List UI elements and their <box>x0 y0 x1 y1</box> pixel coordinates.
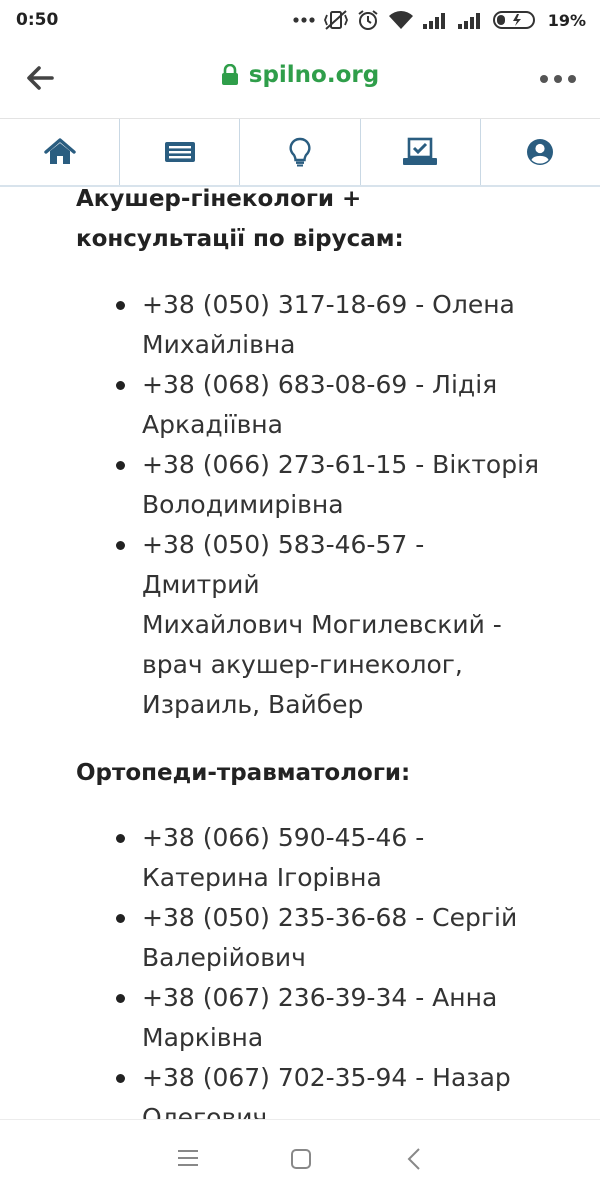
bullet-dot <box>116 301 125 310</box>
nav-profile[interactable] <box>481 119 600 185</box>
contact-line[interactable]: +38 (067) 702-35-94 - Назар <box>142 1058 511 1098</box>
site-nav <box>0 119 600 187</box>
lock-icon <box>221 64 238 85</box>
browser-address-bar: spilno.org <box>0 40 600 119</box>
contact-line[interactable]: +38 (050) 583-46-57 - <box>142 525 424 565</box>
home-button[interactable] <box>289 1147 313 1175</box>
bullet-dot <box>116 381 125 390</box>
back-chevron-icon <box>407 1148 420 1170</box>
contact-line[interactable]: +38 (067) 236-39-34 - Анна <box>142 978 497 1018</box>
bullet-dot <box>116 914 125 923</box>
status-icons: 19% <box>293 9 586 31</box>
contact-line: Марківна <box>142 1023 264 1052</box>
more-dots-icon <box>540 75 576 83</box>
signal-icon-2 <box>457 11 484 29</box>
section-heading-gynecologists: Акушер-гінекологи + консультації по віру… <box>76 187 404 259</box>
contact-line: врач акушер-гинеколог, <box>142 650 463 679</box>
contact-line: Дмитрий <box>142 570 260 599</box>
bullet-dot <box>116 461 125 470</box>
contact-line[interactable]: +38 (066) 590-45-46 - <box>142 818 424 858</box>
alarm-icon <box>357 9 379 31</box>
contact-line: Михайлівна <box>142 330 296 359</box>
wifi-icon <box>388 10 414 30</box>
bullet-dot <box>116 1074 125 1083</box>
contact-line: Володимирівна <box>142 490 344 519</box>
back-nav-button[interactable] <box>404 1147 424 1175</box>
ballot-icon <box>403 137 438 165</box>
home-icon <box>43 138 76 164</box>
url-text: spilno.org <box>248 62 380 88</box>
nav-home[interactable] <box>0 119 121 185</box>
section-heading-orthopedists: Ортопеди-травматологи: <box>76 753 410 793</box>
battery-percent: 19% <box>547 10 586 30</box>
heading-line: Акушер-гінекологи + <box>76 187 362 212</box>
user-icon <box>527 139 554 165</box>
menu-button[interactable] <box>176 1147 200 1173</box>
heading-line: консультації по вірусам: <box>76 226 404 252</box>
vibrate-icon <box>323 9 348 31</box>
heading-line: Ортопеди-травматологи: <box>76 760 411 786</box>
url-field[interactable]: spilno.org <box>221 62 379 88</box>
bullet-dot <box>116 834 125 843</box>
hamburger-menu-icon <box>178 1150 198 1166</box>
bullet-dot <box>116 994 125 1003</box>
contact-line[interactable]: +38 (050) 235-36-68 - Сергій <box>142 898 517 938</box>
square-home-icon <box>291 1149 311 1169</box>
contact-line: Валерійович <box>142 943 306 972</box>
nav-vote[interactable] <box>361 119 481 185</box>
battery-icon <box>492 10 539 30</box>
contact-line: Катерина Ігорівна <box>142 863 382 892</box>
bullet-dot <box>116 541 125 550</box>
nav-ideas[interactable] <box>240 119 361 185</box>
newspaper-icon <box>164 142 195 162</box>
signal-icon <box>422 11 449 29</box>
contact-line: Израиль, Вайбер <box>142 690 364 719</box>
contact-line[interactable]: +38 (068) 683-08-69 - Лідія <box>142 365 497 405</box>
more-notifications-icon <box>293 16 315 24</box>
nav-news[interactable] <box>120 119 241 185</box>
contact-line[interactable]: +38 (066) 273-61-15 - Вікторія <box>142 445 539 485</box>
status-bar: 0:50 19% <box>0 0 600 40</box>
article-content: Акушер-гінекологи + консультації по віру… <box>0 187 600 1119</box>
lightbulb-icon <box>289 137 311 167</box>
browser-menu-button[interactable] <box>538 64 578 94</box>
contact-line[interactable]: +38 (050) 317-18-69 - Олена <box>142 285 515 325</box>
contact-line: Михайлович Могилевский - <box>142 610 502 639</box>
status-time: 0:50 <box>16 10 59 30</box>
contact-line: Олегович <box>142 1103 268 1119</box>
contact-line: Аркадіївна <box>142 410 283 439</box>
system-nav-bar <box>0 1119 600 1199</box>
